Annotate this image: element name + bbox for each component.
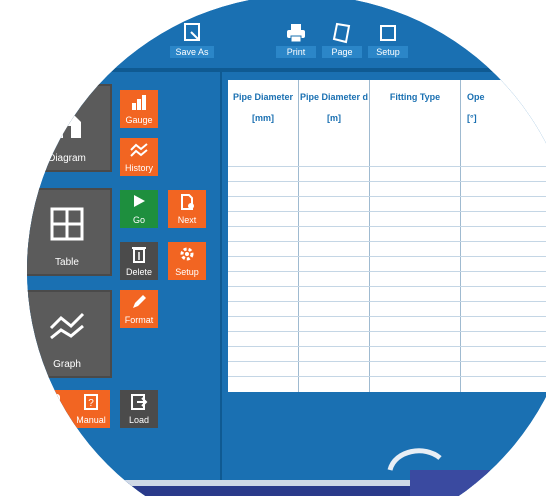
table-row[interactable] (228, 331, 546, 332)
table-row[interactable] (228, 376, 546, 377)
page-icon (322, 22, 362, 46)
gauge-button[interactable]: Gauge (120, 90, 158, 128)
table-row[interactable] (228, 196, 546, 197)
setup-toolbar-label: Setup (368, 46, 408, 58)
column-header-label: Pipe Diameter (232, 92, 294, 102)
home-icon (27, 100, 110, 149)
delete-button[interactable]: Delete (120, 242, 158, 280)
table-row[interactable] (228, 241, 546, 242)
column-header-label: Fitting Type (389, 92, 441, 102)
next-label: Next (177, 215, 197, 225)
graph-icon (27, 306, 110, 351)
gauge-label: Gauge (125, 115, 153, 125)
document-icon (34, 390, 72, 415)
gear-icon (168, 242, 206, 267)
svg-text:?: ? (88, 398, 94, 409)
history-label: History (124, 163, 153, 173)
format-button[interactable]: Format (120, 290, 158, 328)
column-header-label: Pipe Diameter d (299, 92, 369, 102)
load-button[interactable]: Load (120, 390, 158, 428)
table-row[interactable] (228, 361, 546, 362)
graph-button[interactable]: Graph (27, 290, 112, 378)
help-book-icon: ? (72, 390, 110, 415)
manual-button[interactable]: ? Manual (72, 390, 110, 428)
column-header-unit: [m] (327, 113, 341, 123)
table-row[interactable] (228, 256, 546, 257)
table-label: Table (55, 257, 79, 268)
go-label: Go (132, 215, 145, 225)
save-as-button[interactable]: Save As (170, 22, 214, 62)
screen-lens: Save As Print Page Setup Diagram Table G… (27, 0, 546, 496)
load-icon (120, 390, 158, 415)
next-button[interactable]: Next (168, 190, 206, 228)
diagram-label: Diagram (48, 153, 86, 164)
print-icon (276, 22, 316, 46)
column-header-unit: [°] (467, 113, 477, 123)
diagram-button[interactable]: Diagram (27, 84, 112, 172)
table-row[interactable] (228, 181, 546, 182)
table-row[interactable] (228, 166, 546, 167)
history-icon (120, 138, 158, 163)
load-label: Load (128, 415, 150, 425)
unknown-orange-button[interactable] (34, 390, 72, 428)
table-row[interactable] (228, 226, 546, 227)
table-row[interactable] (228, 346, 546, 347)
pencil-icon (120, 290, 158, 315)
save-as-icon (170, 22, 214, 46)
data-table: Pipe Diameter [mm] Pipe Diameter d [m] F… (228, 80, 546, 392)
table-button[interactable]: Table (27, 188, 112, 276)
print-label: Print (276, 46, 316, 58)
graph-label: Graph (53, 359, 81, 370)
table-row[interactable] (228, 271, 546, 272)
trash-icon (120, 242, 158, 267)
page-label: Page (322, 46, 362, 58)
column-header-label: Ope (467, 92, 485, 102)
print-button[interactable]: Print (276, 22, 316, 62)
left-panel: Diagram Table Graph Gauge History Go Nex… (27, 72, 220, 496)
save-as-label: Save As (170, 46, 214, 58)
format-label: Format (124, 315, 154, 325)
column-header-unit: [mm] (252, 113, 274, 123)
history-button[interactable]: History (120, 138, 158, 176)
go-button[interactable]: Go (120, 190, 158, 228)
play-icon (120, 190, 158, 215)
gauge-icon (120, 90, 158, 115)
next-icon (168, 190, 206, 215)
apparatus-photo (110, 448, 546, 496)
toolbar: Save As Print Page Setup (27, 0, 546, 68)
setup-label: Setup (175, 267, 199, 277)
table-row[interactable] (228, 301, 546, 302)
setup-button[interactable]: Setup (168, 242, 206, 280)
delete-label: Delete (125, 267, 152, 277)
manual-label: Manual (76, 415, 106, 425)
table-row[interactable] (228, 211, 546, 212)
table-row[interactable] (228, 286, 546, 287)
page-button[interactable]: Page (322, 22, 362, 62)
table-icon (27, 204, 110, 249)
table-row[interactable] (228, 316, 546, 317)
setup-toolbar-icon (368, 22, 408, 46)
setup-toolbar-button[interactable]: Setup (368, 22, 408, 62)
